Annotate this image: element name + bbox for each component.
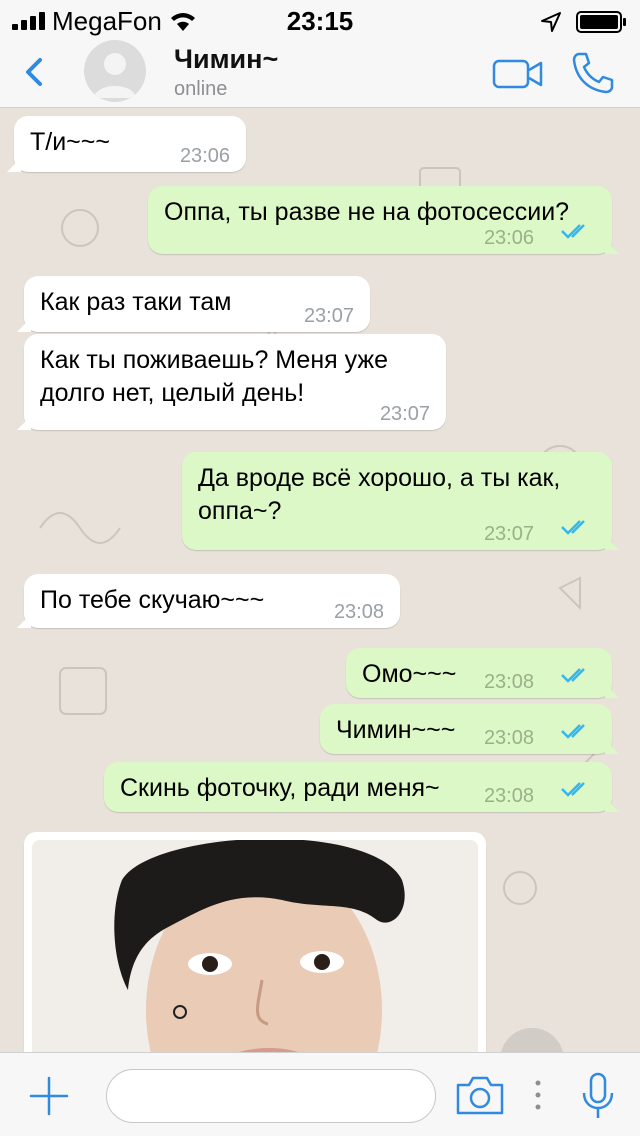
battery-icon — [576, 9, 628, 40]
contact-name[interactable]: Чимин~ — [174, 44, 278, 75]
chat-area[interactable]: Т/и~~~ 23:06 Оппа, ты разве не на фотосе… — [0, 108, 640, 1052]
message-time: 23:08 — [333, 601, 384, 623]
contact-status: online — [174, 78, 228, 100]
location-arrow-icon — [540, 9, 562, 40]
avatar[interactable] — [84, 40, 146, 102]
video-call-button[interactable] — [492, 58, 544, 95]
more-button[interactable] — [533, 1075, 543, 1120]
message-outgoing[interactable]: Скинь фоточку, ради меня~ 23:08 — [104, 762, 619, 812]
message-incoming[interactable]: Как ты поживаешь? Меня уже долго нет, це… — [17, 334, 446, 430]
message-time: 23:08 — [483, 671, 534, 693]
message-time: 23:06 — [483, 227, 534, 249]
message-text: Чимин~~~ — [336, 716, 456, 744]
message-incoming[interactable]: По тебе скучаю~~~ 23:08 — [17, 574, 400, 628]
message-time: 23:06 — [179, 145, 230, 167]
message-text-line: Как ты поживаешь? Меня уже — [40, 346, 389, 374]
message-text: Как раз таки там — [40, 288, 232, 316]
photo-image[interactable] — [32, 840, 478, 1052]
double-check-icon — [560, 774, 594, 807]
camera-button[interactable] — [454, 1073, 506, 1122]
camera-icon — [456, 1076, 504, 1115]
chat-header: Чимин~ online — [0, 40, 640, 108]
message-time: 23:07 — [483, 523, 534, 545]
message-incoming[interactable]: Т/и~~~ 23:06 — [7, 116, 246, 172]
message-text-line: Да вроде всё хорошо, а ты как, — [198, 464, 561, 492]
voice-call-button[interactable] — [570, 50, 616, 101]
portrait-photo — [32, 840, 478, 1052]
message-text: По тебе скучаю~~~ — [40, 586, 265, 614]
message-outgoing[interactable]: Чимин~~~ 23:08 — [320, 704, 619, 754]
message-text: Оппа, ты разве не на фотосессии? — [164, 198, 570, 226]
double-check-icon — [560, 216, 594, 249]
microphone-icon — [582, 1072, 614, 1118]
message-text: Скинь фоточку, ради меня~ — [120, 774, 440, 802]
message-outgoing[interactable]: Да вроде всё хорошо, а ты как, оппа~? 23… — [182, 452, 619, 550]
message-text-line: долго нет, целый день! — [40, 379, 305, 407]
more-dots-icon — [535, 1080, 541, 1110]
photo-message[interactable] — [24, 832, 486, 1052]
status-bar: MegaFon 23:15 — [0, 0, 640, 40]
chevron-left-icon — [26, 58, 42, 86]
default-avatar-icon — [94, 53, 136, 98]
message-text-line: оппа~? — [198, 497, 282, 525]
message-time: 23:07 — [379, 403, 430, 425]
video-camera-icon — [492, 59, 543, 89]
phone-icon — [572, 52, 614, 94]
plus-icon — [29, 1076, 69, 1116]
message-outgoing[interactable]: Оппа, ты разве не на фотосессии? 23:06 — [148, 186, 619, 254]
message-time: 23:08 — [483, 727, 534, 749]
double-check-icon — [560, 716, 594, 749]
message-text: Т/и~~~ — [30, 128, 110, 156]
double-check-icon — [560, 660, 594, 693]
message-outgoing[interactable]: Омо~~~ 23:08 — [346, 648, 619, 698]
composer-bar — [0, 1052, 640, 1136]
attach-button[interactable] — [28, 1075, 70, 1122]
message-incoming[interactable]: Как раз таки там 23:07 — [17, 276, 370, 332]
double-check-icon — [560, 512, 594, 545]
message-time: 23:07 — [303, 305, 354, 327]
back-button[interactable] — [18, 52, 54, 92]
message-text: Омо~~~ — [362, 660, 457, 688]
voice-record-button[interactable] — [580, 1071, 616, 1126]
message-input[interactable] — [106, 1069, 436, 1123]
message-time: 23:08 — [483, 785, 534, 807]
